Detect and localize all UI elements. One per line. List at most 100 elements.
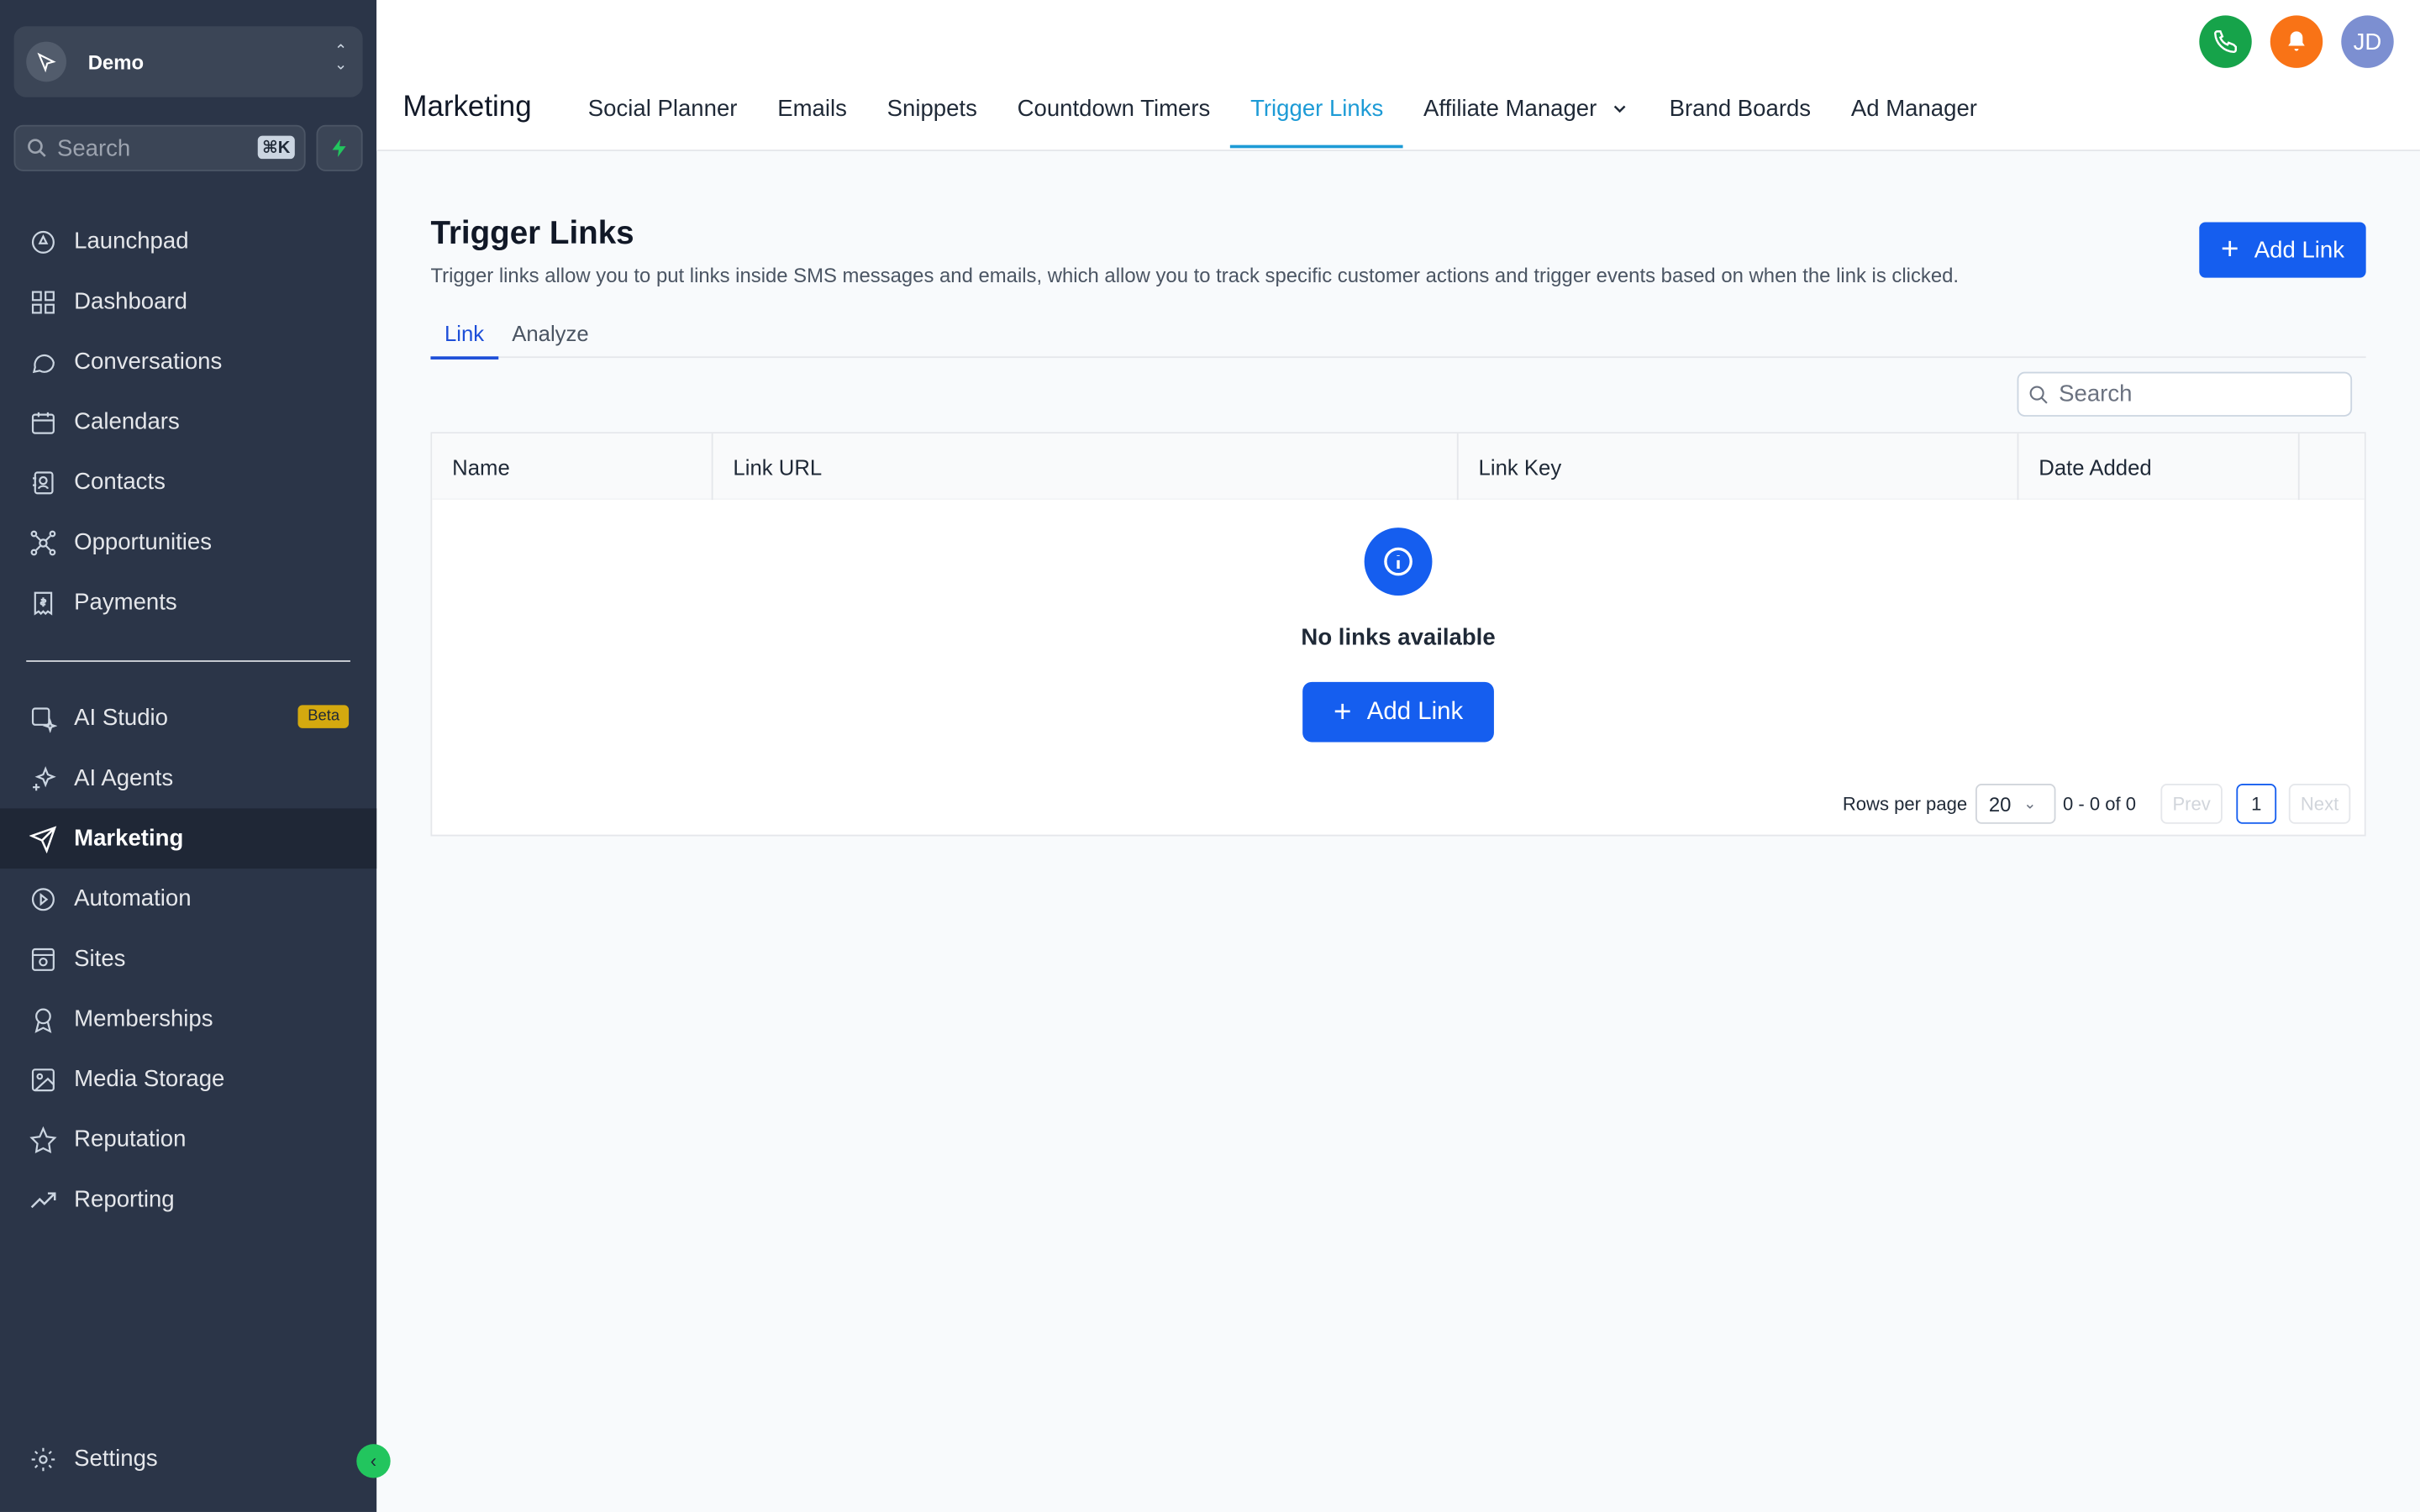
sidebar-item-label: Marketing: [74, 825, 184, 852]
automation-icon: [28, 884, 59, 915]
tab-emails[interactable]: Emails: [757, 81, 866, 149]
sidebar-item-payments[interactable]: Payments: [0, 572, 376, 633]
tab-brand-boards[interactable]: Brand Boards: [1649, 81, 1831, 149]
shortcut-badge: ⌘K: [257, 135, 295, 160]
plus-icon: +: [2220, 233, 2239, 267]
send-icon: [28, 823, 59, 854]
pagination: Rows per page 20 ⌄ 0 - 0 of 0 Prev 1 Nex…: [1843, 784, 2351, 824]
sidebar-item-label: AI Agents: [74, 765, 174, 792]
tab-affiliate-manager[interactable]: Affiliate Manager: [1403, 81, 1649, 149]
account-avatar: [26, 41, 66, 82]
tab-label: Affiliate Manager: [1423, 95, 1597, 123]
award-icon: [28, 1004, 59, 1035]
sidebar-search[interactable]: Search ⌘K: [13, 124, 306, 171]
sidebar-item-settings[interactable]: Settings: [0, 1429, 376, 1489]
tab-social-planner[interactable]: Social Planner: [568, 81, 757, 149]
sidebar-item-memberships[interactable]: Memberships: [0, 989, 376, 1049]
prev-page-button[interactable]: Prev: [2160, 784, 2223, 824]
column-header-date-added[interactable]: Date Added: [2018, 433, 2300, 501]
sidebar-item-contacts[interactable]: Contacts: [0, 452, 376, 512]
trend-icon: [28, 1184, 59, 1215]
sidebar-item-launchpad[interactable]: Launchpad: [0, 212, 376, 272]
sidebar-item-reputation[interactable]: Reputation: [0, 1110, 376, 1170]
subtab-link[interactable]: Link: [430, 318, 498, 360]
empty-state-text: No links available: [1301, 624, 1496, 652]
table-header: Name Link URL Link Key Date Added: [432, 433, 2365, 501]
sidebar-item-dashboard[interactable]: Dashboard: [0, 271, 376, 332]
sidebar-item-reporting[interactable]: Reporting: [0, 1169, 376, 1230]
add-link-button[interactable]: + Add Link: [2199, 222, 2366, 278]
account-name: Demo: [87, 50, 145, 74]
sidebar-item-label: Media Storage: [74, 1066, 225, 1093]
add-link-label: Add Link: [2254, 236, 2345, 264]
ai-studio-icon: [28, 703, 59, 734]
chevron-down-icon: ⌄: [2023, 795, 2037, 813]
opportunities-icon: [28, 527, 59, 558]
sidebar-item-label: Reporting: [74, 1186, 175, 1213]
subtab-analyze[interactable]: Analyze: [498, 318, 603, 358]
sidebar-item-conversations[interactable]: Conversations: [0, 332, 376, 392]
dashboard-icon: [28, 286, 59, 318]
bolt-icon: [332, 139, 346, 158]
add-link-empty-button[interactable]: + Add Link: [1302, 681, 1494, 743]
rows-per-page-select[interactable]: 20 ⌄: [1975, 784, 2055, 824]
search-icon: [28, 139, 46, 157]
search-input[interactable]: [2059, 381, 2337, 407]
tab-ad-manager[interactable]: Ad Manager: [1831, 81, 1997, 149]
sidebar-item-ai-agents[interactable]: AI Agents: [0, 748, 376, 809]
column-header-actions: [2300, 433, 2365, 500]
sidebar-item-label: Calendars: [74, 408, 180, 435]
page-title: Trigger Links: [430, 216, 634, 252]
subtabs: Link Analyze: [430, 318, 2366, 360]
sidebar-item-automation[interactable]: Automation: [0, 869, 376, 929]
sidebar-item-opportunities[interactable]: Opportunities: [0, 512, 376, 573]
column-header-link-key[interactable]: Link Key: [1459, 433, 2019, 501]
info-icon: [1364, 528, 1433, 596]
gear-icon: [28, 1443, 59, 1474]
table-search[interactable]: [2017, 371, 2353, 417]
star-icon: [28, 1124, 59, 1155]
sidebar-item-sites[interactable]: Sites: [0, 929, 376, 990]
page-description: Trigger links allow you to put links ins…: [430, 264, 1960, 287]
sidebar-item-label: Conversations: [74, 349, 223, 375]
collapse-sidebar-button[interactable]: ‹: [356, 1444, 391, 1478]
tab-snippets[interactable]: Snippets: [867, 81, 997, 149]
sidebar-item-label: Launchpad: [74, 228, 189, 255]
sidebar-item-label: Dashboard: [74, 288, 187, 315]
sidebar-item-label: Opportunities: [74, 528, 213, 556]
sidebar-item-calendars[interactable]: Calendars: [0, 392, 376, 453]
tab-countdown-timers[interactable]: Countdown Timers: [997, 81, 1230, 149]
sidebar-item-label: Payments: [74, 589, 177, 616]
contacts-icon: [28, 467, 59, 498]
sidebar-item-media-storage[interactable]: Media Storage: [0, 1049, 376, 1110]
chat-icon: [28, 346, 59, 377]
sidebar-divider: [26, 660, 350, 662]
sidebar-item-label: Sites: [74, 945, 126, 973]
chevron-left-icon: ‹: [370, 1450, 377, 1473]
account-switcher[interactable]: Demo ⌃ ⌄: [13, 26, 363, 97]
next-page-button[interactable]: Next: [2288, 784, 2351, 824]
tab-trigger-links[interactable]: Trigger Links: [1230, 81, 1404, 149]
sidebar: Demo ⌃ ⌄ Search ⌘K Launchpad Dashboard C…: [0, 0, 377, 1512]
add-link-label: Add Link: [1366, 698, 1464, 725]
column-header-name[interactable]: Name: [432, 433, 713, 501]
chevron-down-icon: [1613, 105, 1625, 113]
notifications-button[interactable]: [2270, 15, 2323, 68]
page-section-title: Marketing: [402, 91, 532, 123]
chevron-updown-icon: ⌃ ⌄: [334, 43, 348, 75]
avatar[interactable]: JD: [2341, 15, 2394, 68]
plus-icon: +: [1333, 695, 1352, 729]
sidebar-item-label: Contacts: [74, 469, 166, 496]
quick-action-button[interactable]: [316, 124, 363, 171]
image-icon: [28, 1063, 59, 1095]
sidebar-item-marketing[interactable]: Marketing: [0, 808, 377, 869]
sidebar-item-ai-studio[interactable]: AI Studio Beta: [0, 688, 376, 748]
sidebar-item-label: Automation: [74, 885, 192, 912]
rows-per-page-value: 20: [1988, 792, 2012, 816]
phone-button[interactable]: [2199, 15, 2252, 68]
links-table: Name Link URL Link Key Date Added No lin…: [430, 432, 2366, 837]
sidebar-item-label: AI Studio: [74, 705, 168, 732]
column-header-link-url[interactable]: Link URL: [713, 433, 1459, 501]
sidebar-nav: Launchpad Dashboard Conversations Calend…: [0, 212, 377, 1230]
page-button-1[interactable]: 1: [2236, 784, 2277, 824]
